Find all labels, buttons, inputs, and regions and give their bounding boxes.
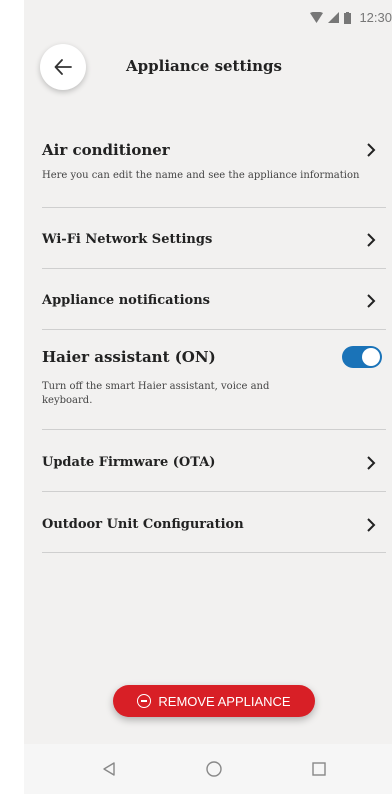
- remove-appliance-button[interactable]: REMOVE APPLIANCE: [113, 685, 315, 717]
- wifi-settings-label: Wi-Fi Network Settings: [42, 232, 213, 247]
- status-icons: 12:30: [310, 10, 392, 25]
- air-conditioner-row[interactable]: Air conditioner Here you can edit the na…: [42, 122, 386, 208]
- wifi-settings-row[interactable]: Wi-Fi Network Settings: [42, 208, 386, 269]
- update-firmware-label: Update Firmware (OTA): [42, 455, 216, 470]
- haier-assistant-label: Haier assistant (ON): [42, 348, 216, 366]
- chevron-right-icon: [364, 232, 378, 247]
- minus-circle-icon: [137, 694, 152, 708]
- appliance-notifications-row[interactable]: Appliance notifications: [42, 269, 386, 330]
- home-circle-icon[interactable]: [205, 760, 223, 778]
- toggle-knob: [362, 348, 380, 366]
- page-title: Appliance settings: [126, 57, 282, 75]
- haier-assistant-row: Haier assistant (ON) Turn off the smart …: [42, 330, 386, 430]
- air-conditioner-description: Here you can edit the name and see the a…: [42, 170, 360, 181]
- haier-assistant-description: Turn off the smart Haier assistant, voic…: [42, 381, 270, 406]
- signal-icon: [328, 12, 340, 23]
- chevron-right-icon: [364, 143, 378, 157]
- air-conditioner-label: Air conditioner: [42, 141, 170, 159]
- appliance-notifications-label: Appliance notifications: [42, 293, 210, 308]
- chevron-right-icon: [364, 455, 378, 470]
- haier-assistant-toggle[interactable]: [342, 346, 382, 368]
- header: Appliance settings: [24, 44, 392, 92]
- navigation-bar: [24, 744, 392, 794]
- battery-icon: [344, 11, 352, 24]
- outdoor-unit-row[interactable]: Outdoor Unit Configuration: [42, 492, 386, 553]
- recents-square-icon[interactable]: [310, 760, 328, 778]
- status-time: 12:30: [359, 10, 392, 25]
- chevron-right-icon: [364, 293, 378, 308]
- update-firmware-row[interactable]: Update Firmware (OTA): [42, 430, 386, 492]
- remove-appliance-label: REMOVE APPLIANCE: [158, 693, 291, 709]
- wifi-icon: [310, 12, 324, 23]
- phone-screen: 12:30 Appliance settings Air conditioner…: [24, 0, 392, 794]
- outdoor-unit-label: Outdoor Unit Configuration: [42, 517, 244, 532]
- status-bar: 12:30: [24, 0, 392, 36]
- settings-list: Air conditioner Here you can edit the na…: [42, 122, 386, 553]
- back-triangle-icon[interactable]: [100, 760, 118, 778]
- chevron-right-icon: [364, 517, 378, 532]
